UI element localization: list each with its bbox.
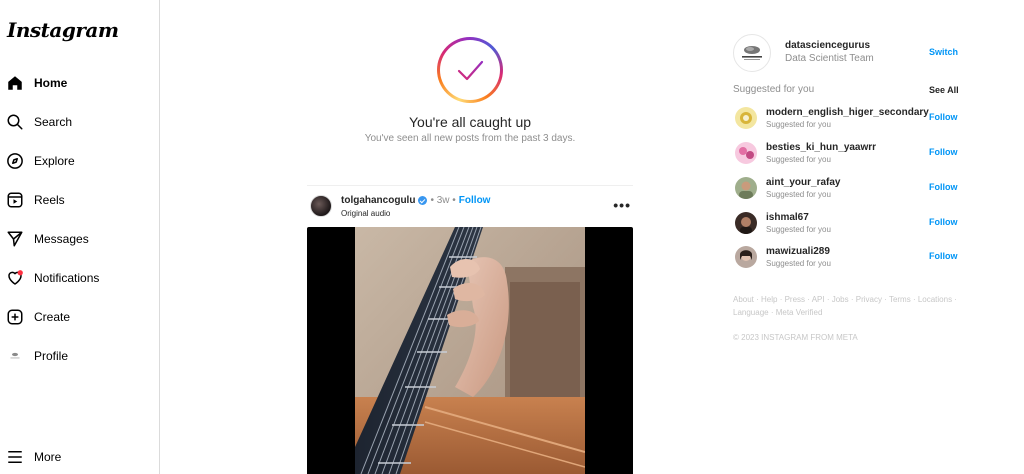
footer-link-meta-verified[interactable]: Meta Verified bbox=[776, 308, 823, 317]
suggested-heading: Suggested for you bbox=[733, 84, 815, 95]
footer-link-about[interactable]: About bbox=[733, 295, 754, 304]
see-all-button[interactable]: See All bbox=[929, 85, 959, 95]
sidebar-item-label: Home bbox=[34, 76, 68, 90]
sidebar-item-label: Notifications bbox=[34, 271, 100, 285]
current-user-fullname: Data Scientist Team bbox=[785, 53, 874, 64]
sidebar-item-label: Messages bbox=[34, 232, 89, 246]
heart-icon bbox=[6, 269, 24, 287]
suggestion-reason: Suggested for you bbox=[766, 225, 831, 234]
suggestion-username[interactable]: modern_english_higer_secondary bbox=[766, 107, 929, 118]
suggestion-username[interactable]: mawizuali289 bbox=[766, 246, 830, 257]
sidebar-item-search[interactable]: Search bbox=[0, 107, 160, 137]
suggestion-follow-button[interactable]: Follow bbox=[929, 182, 958, 192]
sidebar-item-explore[interactable]: Explore bbox=[0, 146, 160, 176]
footer-link-jobs[interactable]: Jobs bbox=[832, 295, 849, 304]
sidebar-item-profile[interactable]: Profile bbox=[0, 341, 160, 371]
post-author-username[interactable]: tolgahancogulu bbox=[341, 195, 415, 206]
suggestion-row: besties_ki_hun_yaawrr Suggested for you … bbox=[733, 141, 963, 169]
current-user-avatar[interactable] bbox=[733, 34, 771, 72]
post-header: tolgahancogulu • 3w • Follow Original au… bbox=[307, 193, 633, 223]
footer-link-api[interactable]: API bbox=[812, 295, 825, 304]
profile-avatar-icon bbox=[6, 347, 24, 365]
guitar-video-frame bbox=[355, 227, 585, 474]
sidebar-item-label: Search bbox=[34, 115, 73, 129]
sidebar-item-more[interactable]: More bbox=[0, 442, 160, 472]
post-media-video[interactable] bbox=[307, 227, 633, 474]
caught-up-check-icon bbox=[437, 37, 503, 103]
post-more-options-button[interactable]: ••• bbox=[613, 197, 631, 213]
footer-link-terms[interactable]: Terms bbox=[889, 295, 911, 304]
sidebar-item-home[interactable]: Home bbox=[0, 68, 160, 98]
plus-square-icon bbox=[6, 308, 24, 326]
caught-up-subtitle: You've seen all new posts from the past … bbox=[364, 133, 576, 144]
sidebar-item-reels[interactable]: Reels bbox=[0, 185, 160, 215]
reels-icon bbox=[6, 191, 24, 209]
suggestion-follow-button[interactable]: Follow bbox=[929, 251, 958, 261]
suggestion-username[interactable]: ishmal67 bbox=[766, 212, 809, 223]
post-author-avatar[interactable] bbox=[310, 195, 332, 217]
post-author-line: tolgahancogulu • 3w • Follow bbox=[341, 195, 490, 206]
caught-up-title: You're all caught up bbox=[408, 114, 532, 130]
post-age: • 3w • bbox=[430, 195, 456, 206]
suggestion-username[interactable]: besties_ki_hun_yaawrr bbox=[766, 142, 876, 153]
sidebar-item-notifications[interactable]: Notifications bbox=[0, 263, 160, 293]
suggestion-avatar[interactable] bbox=[735, 142, 757, 164]
sidebar-nav: Instagram Home Search Explore Reels Mess… bbox=[0, 0, 160, 474]
switch-account-button[interactable]: Switch bbox=[929, 47, 958, 57]
suggestion-reason: Suggested for you bbox=[766, 155, 831, 164]
footer-link-help[interactable]: Help bbox=[761, 295, 777, 304]
footer-link-language[interactable]: Language bbox=[733, 308, 769, 317]
suggestion-reason: Suggested for you bbox=[766, 120, 831, 129]
suggestion-reason: Suggested for you bbox=[766, 259, 831, 268]
suggestion-row: modern_english_higer_secondary Suggested… bbox=[733, 106, 963, 134]
footer-links: About · Help · Press · API · Jobs · Priv… bbox=[733, 295, 957, 317]
footer-link-locations[interactable]: Locations bbox=[918, 295, 952, 304]
compass-icon bbox=[6, 152, 24, 170]
sidebar-item-label: Explore bbox=[34, 154, 75, 168]
send-icon bbox=[6, 230, 24, 248]
sidebar-item-create[interactable]: Create bbox=[0, 302, 160, 332]
home-icon bbox=[6, 74, 24, 92]
suggestion-follow-button[interactable]: Follow bbox=[929, 112, 958, 122]
suggestion-row: aint_your_rafay Suggested for you Follow bbox=[733, 176, 963, 204]
suggestion-avatar[interactable] bbox=[735, 212, 757, 234]
suggestion-row: ishmal67 Suggested for you Follow bbox=[733, 211, 963, 239]
suggestion-row: mawizuali289 Suggested for you Follow bbox=[733, 245, 963, 273]
suggestion-avatar[interactable] bbox=[735, 246, 757, 268]
current-user-username[interactable]: datasciencegurus bbox=[785, 40, 870, 51]
suggestion-username[interactable]: aint_your_rafay bbox=[766, 177, 840, 188]
suggestion-follow-button[interactable]: Follow bbox=[929, 217, 958, 227]
instagram-logo[interactable]: Instagram bbox=[7, 18, 119, 42]
suggestion-avatar[interactable] bbox=[735, 177, 757, 199]
sidebar-item-label: Profile bbox=[34, 349, 69, 363]
verified-badge-icon bbox=[418, 196, 428, 205]
footer-link-privacy[interactable]: Privacy bbox=[856, 295, 882, 304]
menu-icon bbox=[6, 448, 24, 466]
footer-link-press[interactable]: Press bbox=[785, 295, 805, 304]
suggestion-reason: Suggested for you bbox=[766, 190, 831, 199]
post-audio-link[interactable]: Original audio bbox=[341, 209, 390, 218]
sidebar-item-messages[interactable]: Messages bbox=[0, 224, 160, 254]
feed-divider bbox=[307, 185, 633, 186]
copyright-text: © 2023 INSTAGRAM FROM META bbox=[733, 333, 858, 342]
sidebar-item-label: Create bbox=[34, 310, 71, 324]
sidebar-item-label: Reels bbox=[34, 193, 65, 207]
suggestion-follow-button[interactable]: Follow bbox=[929, 147, 958, 157]
post-follow-button[interactable]: Follow bbox=[459, 195, 491, 206]
suggestion-avatar[interactable] bbox=[735, 107, 757, 129]
sidebar-item-label: More bbox=[34, 450, 62, 464]
search-icon bbox=[6, 113, 24, 131]
